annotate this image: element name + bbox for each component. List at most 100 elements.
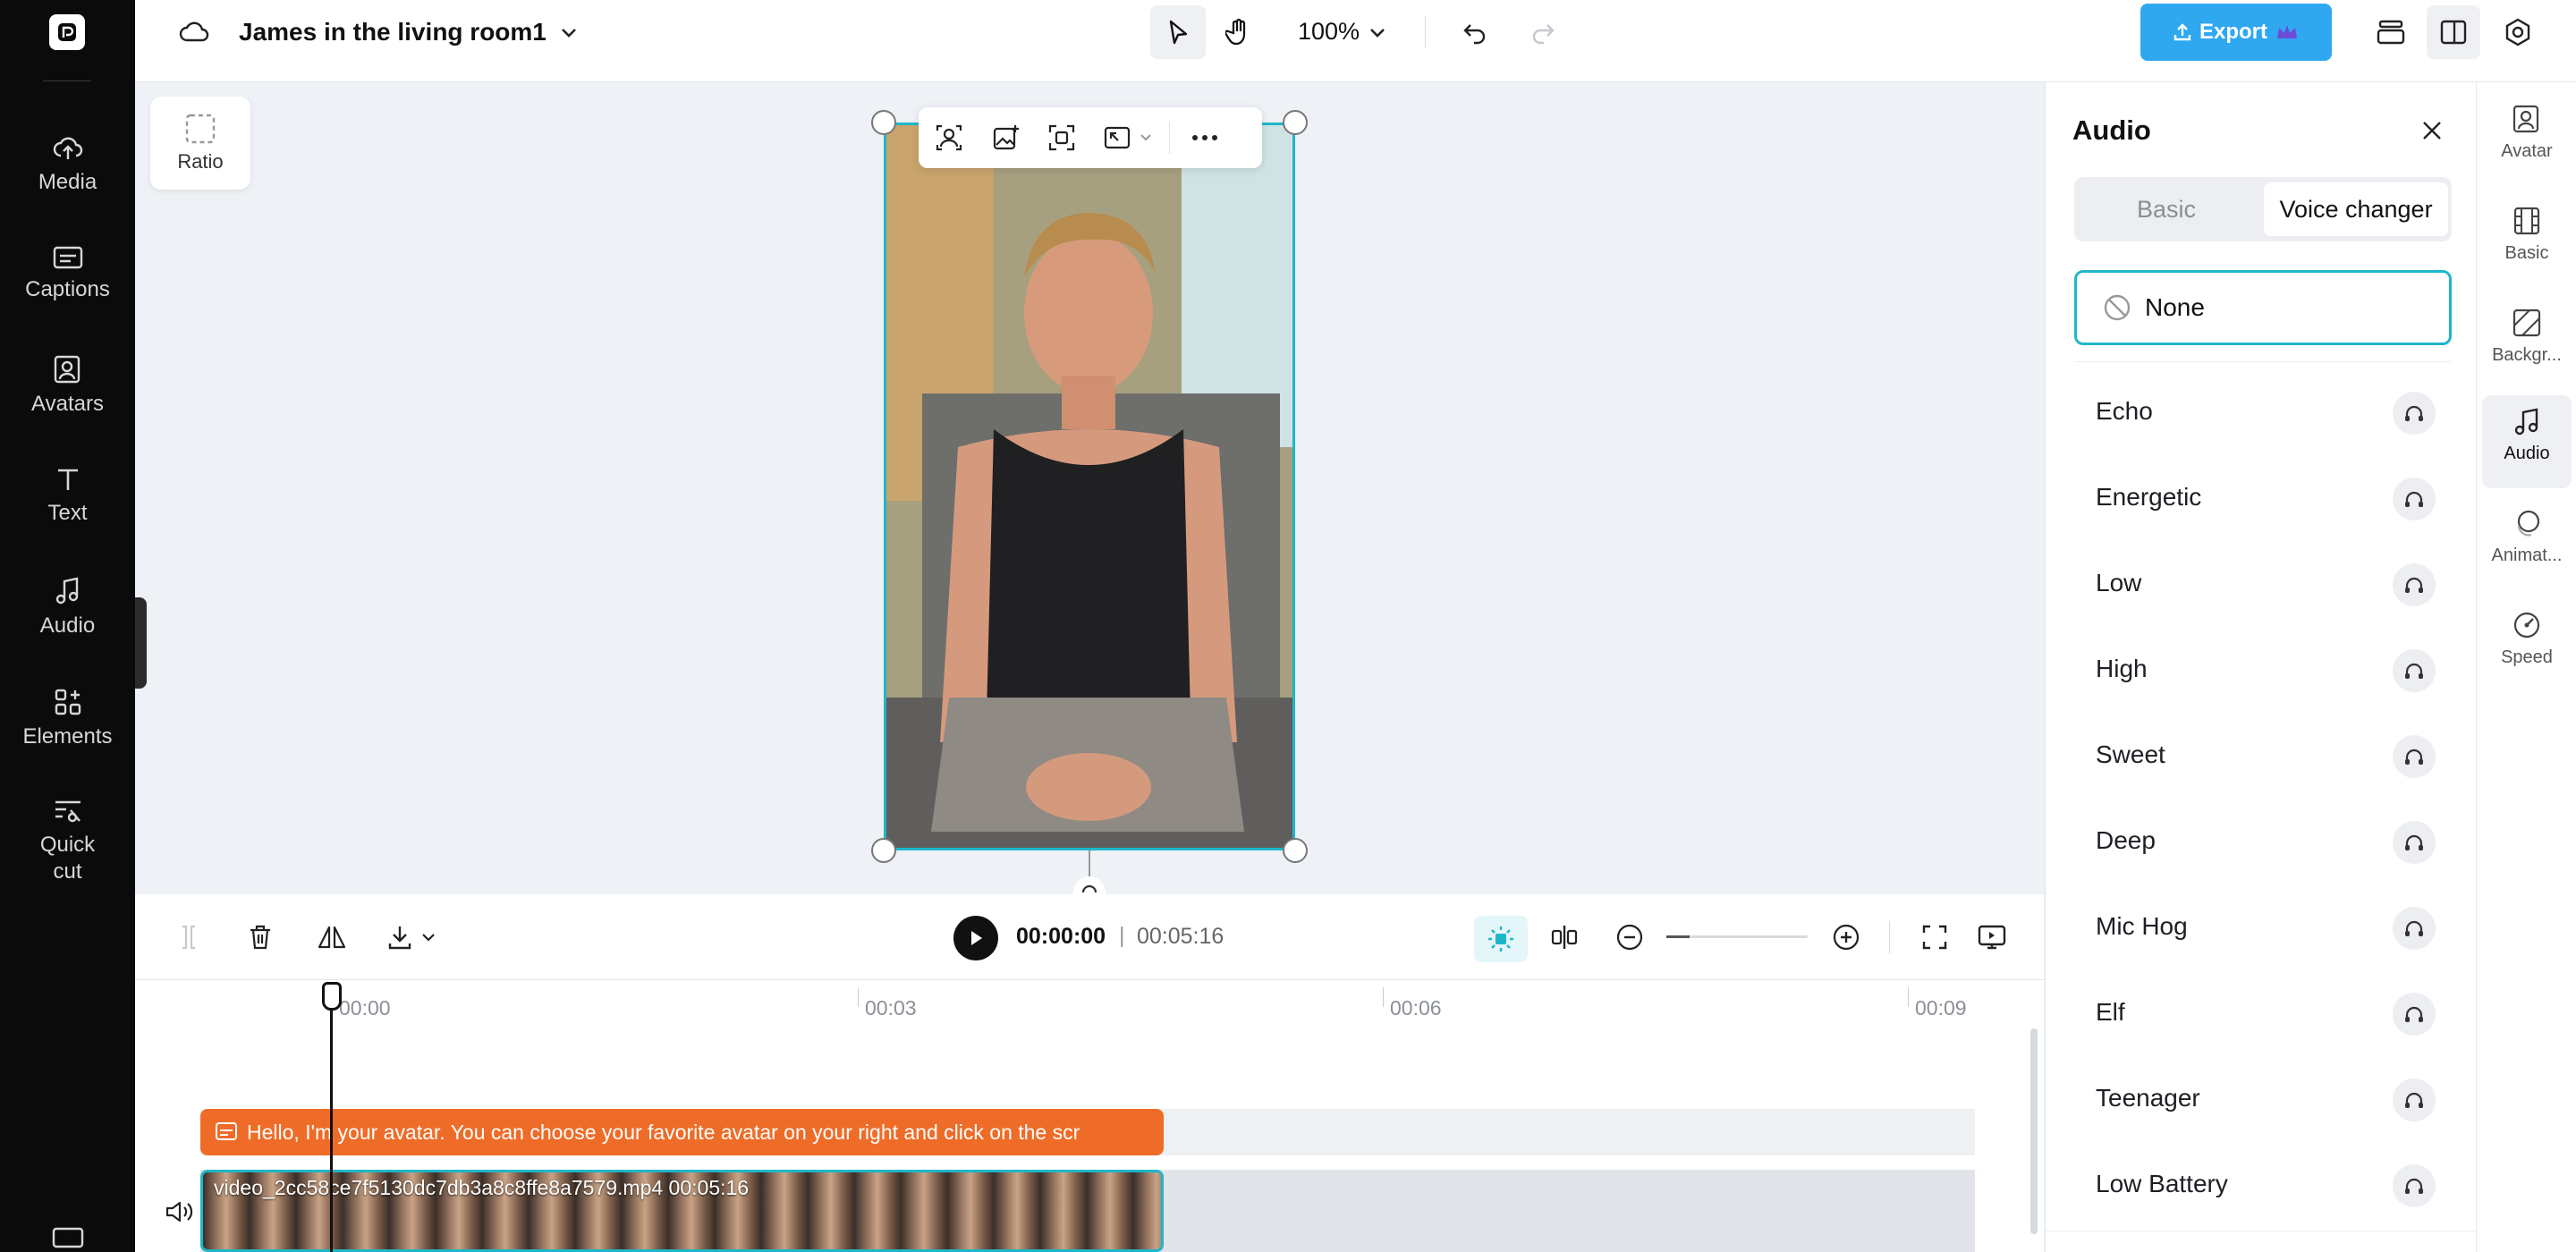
rail-item-audio[interactable]: Audio xyxy=(2482,395,2572,488)
remove-background-icon[interactable] xyxy=(931,120,967,156)
replace-image-icon[interactable] xyxy=(988,120,1024,156)
ratio-button[interactable]: Ratio xyxy=(150,97,250,190)
tab-basic[interactable]: Basic xyxy=(2074,177,2258,241)
voice-option-energetic[interactable]: Energetic xyxy=(2096,472,2436,526)
cloud-save-icon[interactable] xyxy=(176,14,212,50)
voice-option-teenager[interactable]: Teenager xyxy=(2096,1073,2436,1127)
voice-option-mic-hog[interactable]: Mic Hog xyxy=(2096,901,2436,955)
voice-option-sweet[interactable]: Sweet xyxy=(2096,730,2436,783)
rail-item-animation[interactable]: Animat... xyxy=(2482,503,2572,566)
sidebar-item-captions[interactable]: Captions xyxy=(0,245,135,302)
voice-option-none[interactable]: None xyxy=(2074,270,2452,345)
split-icon[interactable] xyxy=(171,919,207,955)
rail-item-background[interactable]: Backgr... xyxy=(2482,302,2572,366)
sidebar-item-elements[interactable]: Elements xyxy=(0,687,135,749)
rail-item-speed[interactable]: Speed xyxy=(2482,605,2572,668)
chevron-down-icon[interactable] xyxy=(555,20,582,47)
chevron-down-icon[interactable] xyxy=(418,926,439,948)
resize-handle[interactable] xyxy=(1283,110,1308,135)
headphones-icon[interactable] xyxy=(2393,478,2436,520)
resize-handle[interactable] xyxy=(1283,838,1308,863)
zoom-level[interactable]: 100% xyxy=(1298,18,1360,46)
voice-option-low-battery[interactable]: Low Battery xyxy=(2096,1159,2436,1213)
select-tool-button[interactable] xyxy=(1150,5,1206,59)
voice-option-label: Low xyxy=(2096,569,2142,596)
sidebar-item-quick-cut[interactable]: Quick cut xyxy=(0,798,135,885)
more-options-icon[interactable] xyxy=(1187,120,1223,156)
picture-in-picture-icon[interactable] xyxy=(1099,120,1135,156)
aspect-ratio-icon xyxy=(185,114,216,144)
caption-icon xyxy=(216,1122,237,1140)
app-logo[interactable] xyxy=(49,14,85,50)
crop-focus-icon[interactable] xyxy=(1044,120,1080,156)
toggle-panel-button[interactable] xyxy=(2427,5,2480,59)
magnet-snap-button[interactable] xyxy=(1474,916,1528,962)
download-icon[interactable] xyxy=(382,919,418,955)
play-button[interactable] xyxy=(953,916,998,960)
sidebar-item-avatars[interactable]: Avatars xyxy=(0,354,135,417)
rail-item-label: Audio xyxy=(2504,444,2550,463)
playhead-handle[interactable] xyxy=(322,982,342,1011)
fullscreen-icon[interactable] xyxy=(1917,919,1953,955)
cloud-upload-icon xyxy=(53,137,82,159)
zoom-slider[interactable] xyxy=(1666,935,1808,938)
tab-voice-changer[interactable]: Voice changer xyxy=(2264,182,2448,236)
speed-gauge-icon xyxy=(2513,612,2540,639)
sidebar-item-audio[interactable]: Audio xyxy=(0,576,135,639)
zoom-in-icon[interactable] xyxy=(1828,919,1864,955)
video-clip[interactable]: video_2cc58ce7f5130dc7db3a8c8ffe8a7579.m… xyxy=(200,1170,1164,1252)
zoom-out-icon[interactable] xyxy=(1612,919,1648,955)
video-preview[interactable] xyxy=(884,123,1295,850)
zoom-chevron-icon[interactable] xyxy=(1364,20,1391,47)
settings-icon[interactable] xyxy=(2500,14,2536,50)
rotate-handle[interactable] xyxy=(1073,876,1106,894)
voice-option-deep[interactable]: Deep xyxy=(2096,816,2436,869)
crown-icon xyxy=(2277,25,2297,38)
voice-option-echo[interactable]: Echo xyxy=(2096,386,2436,440)
align-center-icon[interactable] xyxy=(1546,919,1582,955)
rail-item-avatar[interactable]: Avatar xyxy=(2482,98,2572,162)
preview-mode-icon[interactable] xyxy=(1974,919,2010,955)
time-separator: | xyxy=(1119,923,1125,948)
voice-option-elf[interactable]: Elf xyxy=(2096,987,2436,1041)
top-bar: James in the living room1 100% Export xyxy=(135,0,2576,82)
caption-clip[interactable]: Hello, I'm your avatar. You can choose y… xyxy=(200,1109,1164,1155)
close-icon[interactable] xyxy=(2416,114,2448,147)
caption-text: Hello, I'm your avatar. You can choose y… xyxy=(247,1120,1080,1144)
headphones-icon[interactable] xyxy=(2393,1164,2436,1207)
chevron-down-icon[interactable] xyxy=(1135,127,1157,148)
headphones-icon[interactable] xyxy=(2393,649,2436,692)
project-title[interactable]: James in the living room1 xyxy=(239,18,547,47)
sidebar-item-label: Avatars xyxy=(31,392,104,416)
hand-tool-button[interactable] xyxy=(1211,5,1267,59)
rail-item-label: Avatar xyxy=(2501,141,2553,161)
flip-icon[interactable] xyxy=(314,919,350,955)
timeline-scrollbar[interactable] xyxy=(2030,1028,2038,1234)
headphones-icon[interactable] xyxy=(2393,563,2436,606)
floating-toolbar xyxy=(919,107,1262,168)
collapse-sidebar-handle[interactable] xyxy=(135,597,147,689)
captions-icon xyxy=(53,246,82,269)
headphones-icon[interactable] xyxy=(2393,993,2436,1036)
headphones-icon[interactable] xyxy=(2393,821,2436,864)
sidebar-item-media[interactable]: Media xyxy=(0,132,135,195)
current-time: 00:00:00 xyxy=(1016,924,1106,949)
export-button[interactable]: Export xyxy=(2140,4,2332,61)
rail-item-basic[interactable]: Basic xyxy=(2482,200,2572,264)
voice-option-low[interactable]: Low xyxy=(2096,558,2436,612)
keyboard-icon[interactable] xyxy=(52,1227,84,1248)
mute-track-icon[interactable] xyxy=(164,1198,194,1225)
redo-icon[interactable] xyxy=(1525,14,1561,50)
headphones-icon[interactable] xyxy=(2393,907,2436,950)
headphones-icon[interactable] xyxy=(2393,392,2436,435)
voice-option-high[interactable]: High xyxy=(2096,644,2436,698)
resize-handle[interactable] xyxy=(871,838,896,863)
layers-icon[interactable] xyxy=(2373,14,2409,50)
undo-icon[interactable] xyxy=(1457,14,1493,50)
sidebar-item-text[interactable]: Text xyxy=(0,465,135,526)
music-note-icon xyxy=(55,577,78,605)
headphones-icon[interactable] xyxy=(2393,735,2436,778)
resize-handle[interactable] xyxy=(871,110,896,135)
headphones-icon[interactable] xyxy=(2393,1079,2436,1121)
delete-icon[interactable] xyxy=(242,919,278,955)
